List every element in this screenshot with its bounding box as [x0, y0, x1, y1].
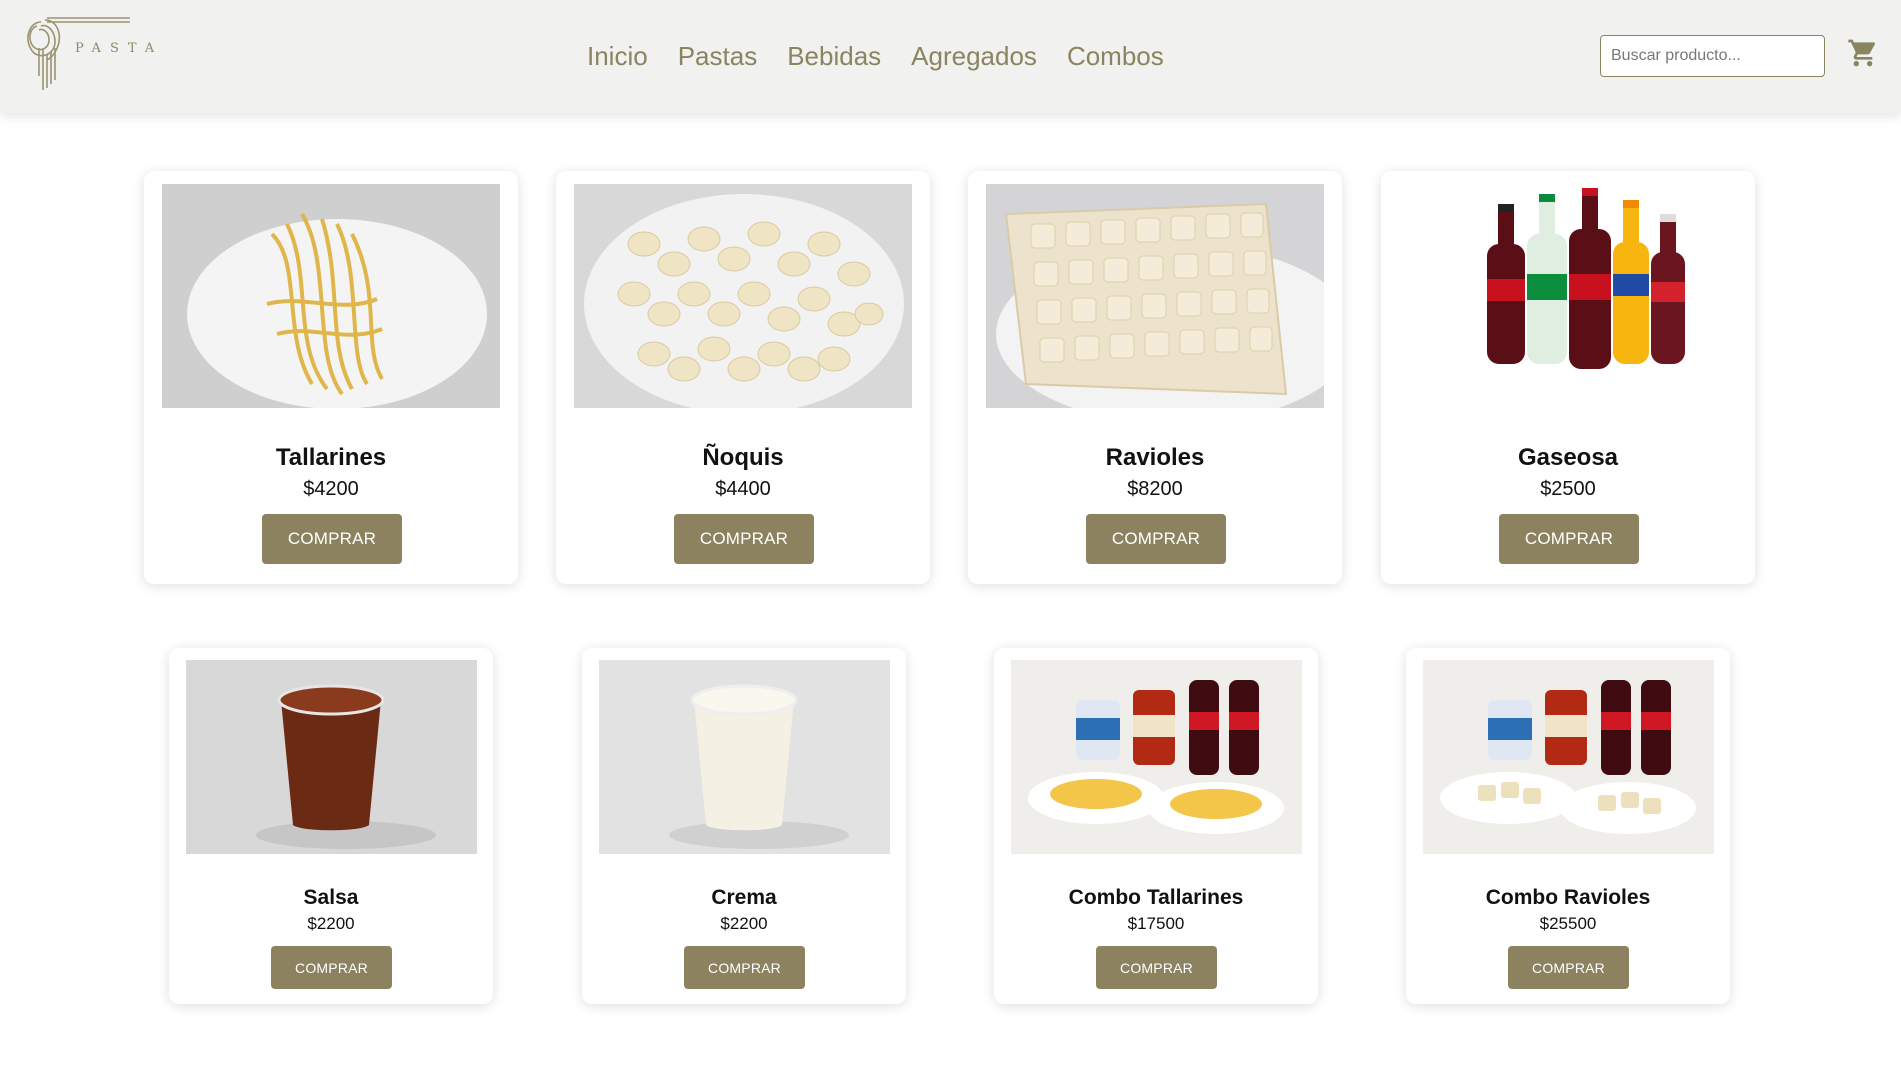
buy-button[interactable]: COMPRAR	[1508, 946, 1629, 989]
product-name: Ravioles	[1105, 444, 1205, 471]
product-card-ravioles: Ravioles $8200 COMPRAR	[968, 171, 1342, 584]
product-price: $4200	[303, 478, 359, 500]
cart-button[interactable]	[1847, 37, 1879, 69]
site-header: PASTA Inicio Pastas Bebidas Agregados Co…	[0, 0, 1901, 113]
product-price: $4400	[715, 478, 771, 500]
shopping-cart-icon	[1848, 39, 1876, 67]
product-card-tallarines: Tallarines $4200 COMPRAR	[144, 171, 518, 584]
salsa-image[interactable]	[186, 660, 477, 854]
product-price: $25500	[1539, 914, 1597, 933]
combo-tallarines-image[interactable]	[1011, 660, 1302, 854]
nav-combos[interactable]: Combos	[1067, 39, 1164, 73]
product-name: Crema	[711, 886, 777, 909]
product-price: $2200	[720, 914, 768, 933]
product-name: Gaseosa	[1517, 444, 1619, 471]
combo-ravioles-image[interactable]	[1423, 660, 1714, 854]
buy-button[interactable]: COMPRAR	[1086, 514, 1226, 564]
product-price: $8200	[1127, 478, 1183, 500]
buy-button[interactable]: COMPRAR	[674, 514, 814, 564]
product-price: $2200	[307, 914, 355, 933]
main-nav: Inicio Pastas Bebidas Agregados Combos	[587, 39, 1194, 73]
product-name: Combo Tallarines	[1068, 886, 1244, 909]
buy-button[interactable]: COMPRAR	[271, 946, 392, 989]
buy-button[interactable]: COMPRAR	[684, 946, 805, 989]
product-name: Ñoquis	[702, 444, 784, 471]
product-card-noquis: Ñoquis $4400 COMPRAR	[556, 171, 930, 584]
nav-pastas[interactable]: Pastas	[678, 39, 758, 73]
product-card-combo-tallarines: Combo Tallarines $17500 COMPRAR	[994, 648, 1318, 1004]
product-card-gaseosa: Gaseosa $2500 COMPRAR	[1381, 171, 1755, 584]
logo-text: PASTA	[75, 41, 164, 56]
buy-button[interactable]: COMPRAR	[1096, 946, 1217, 989]
product-price: $17500	[1127, 914, 1185, 933]
tallarines-image[interactable]	[162, 184, 500, 408]
ravioles-image[interactable]	[986, 184, 1324, 408]
nav-agregados[interactable]: Agregados	[911, 39, 1037, 73]
product-card-combo-ravioles: Combo Ravioles $25500 COMPRAR	[1406, 648, 1730, 1004]
gaseosa-image[interactable]	[1399, 184, 1737, 408]
product-card-crema: Crema $2200 COMPRAR	[582, 648, 906, 1004]
nav-bebidas[interactable]: Bebidas	[787, 39, 881, 73]
product-name: Combo Ravioles	[1485, 886, 1651, 909]
noquis-image[interactable]	[574, 184, 912, 408]
search-input[interactable]	[1600, 35, 1825, 77]
crema-image[interactable]	[599, 660, 890, 854]
product-price: $2500	[1540, 478, 1596, 500]
product-name: Salsa	[303, 886, 359, 909]
product-card-salsa: Salsa $2200 COMPRAR	[169, 648, 493, 1004]
pasta-logo[interactable]: PASTA	[25, 14, 154, 94]
buy-button[interactable]: COMPRAR	[1499, 514, 1639, 564]
product-name: Tallarines	[275, 444, 387, 471]
buy-button[interactable]: COMPRAR	[262, 514, 402, 564]
nav-inicio[interactable]: Inicio	[587, 39, 648, 73]
